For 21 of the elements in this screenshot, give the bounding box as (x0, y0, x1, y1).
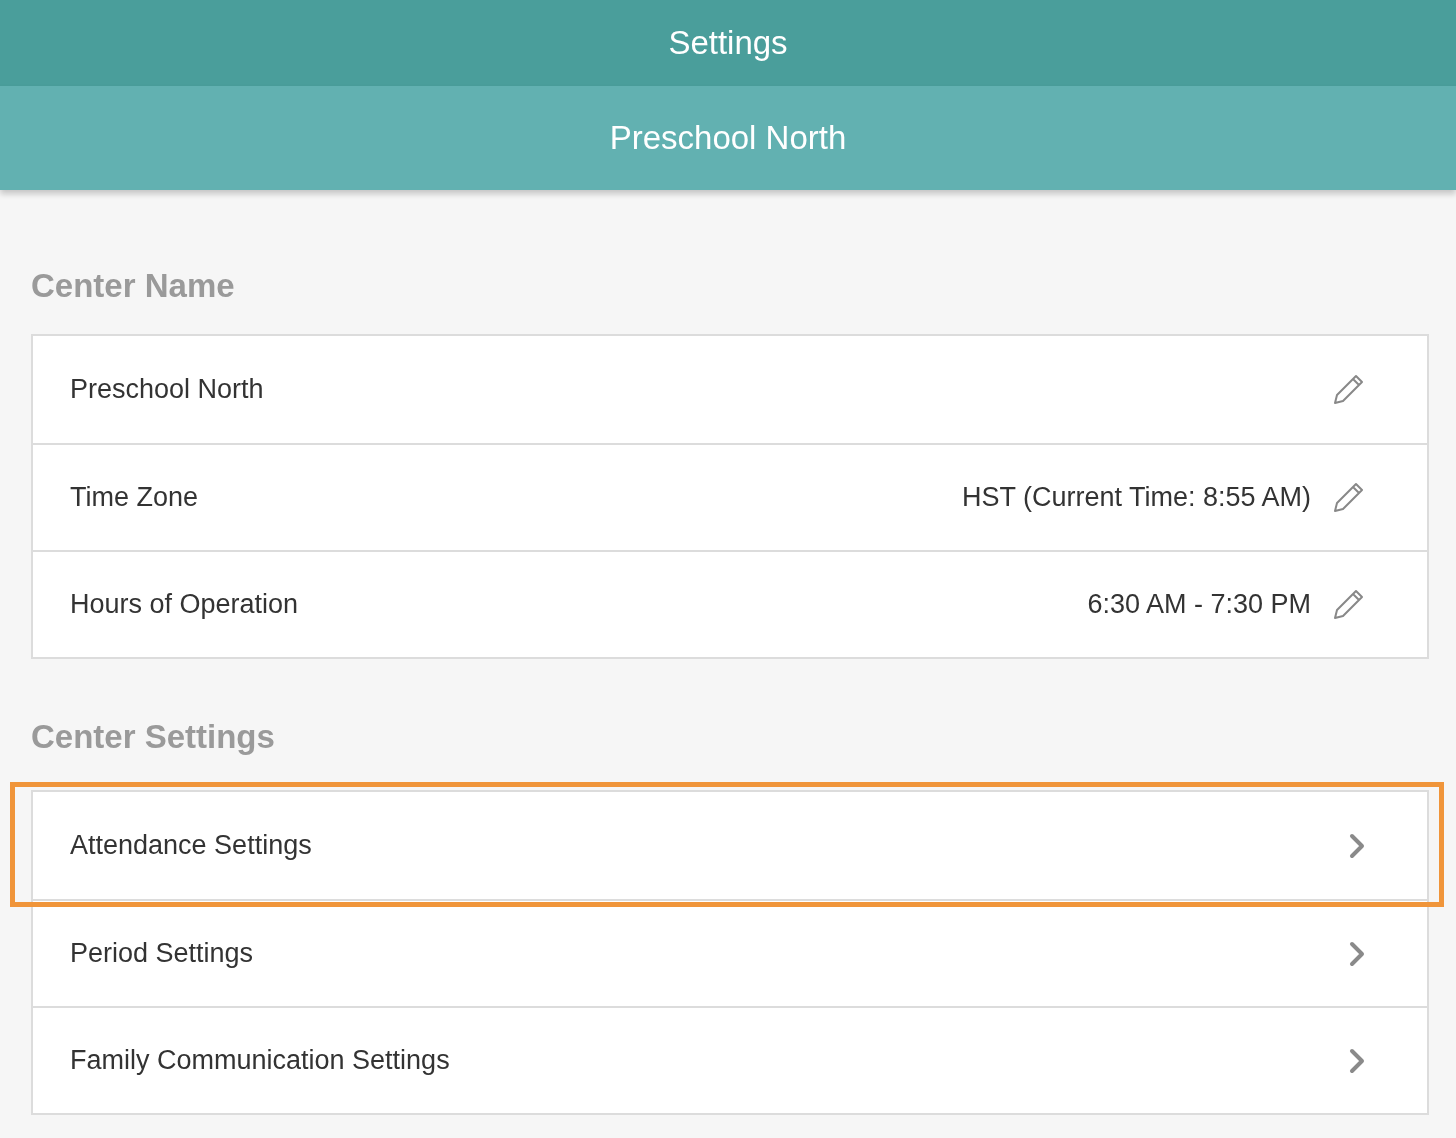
settings-row[interactable]: Preschool North (33, 335, 1427, 443)
chevron-right-icon (1349, 832, 1367, 859)
row-value: HST (Current Time: 8:55 AM) (961, 480, 1311, 514)
center-title: Preschool North (609, 118, 847, 159)
row-label: Attendance Settings (70, 829, 312, 863)
row-label: Hours of Operation (70, 587, 299, 621)
settings-row[interactable]: Hours of Operation 6:30 AM - 7:30 PM (33, 549, 1427, 657)
row-value: 6:30 AM - 7:30 PM (1087, 587, 1311, 621)
chevron-right-icon (1349, 1047, 1367, 1074)
row-label: Family Communication Settings (70, 1044, 450, 1078)
page-title: Settings (668, 23, 788, 64)
settings-row[interactable]: Family Communication Settings (33, 1006, 1427, 1114)
settings-row[interactable]: Time Zone HST (Current Time: 8:55 AM) (33, 442, 1427, 550)
section-heading: Center Name (30, 266, 236, 306)
chevron-right-icon (1349, 940, 1367, 967)
row-label: Preschool North (70, 372, 264, 406)
settings-row[interactable]: Period Settings (33, 899, 1427, 1007)
section-heading: Center Settings (30, 716, 276, 757)
row-label: Time Zone (70, 480, 199, 514)
settings-row[interactable]: Attendance Settings (33, 792, 1427, 900)
row-label: Period Settings (70, 937, 254, 971)
